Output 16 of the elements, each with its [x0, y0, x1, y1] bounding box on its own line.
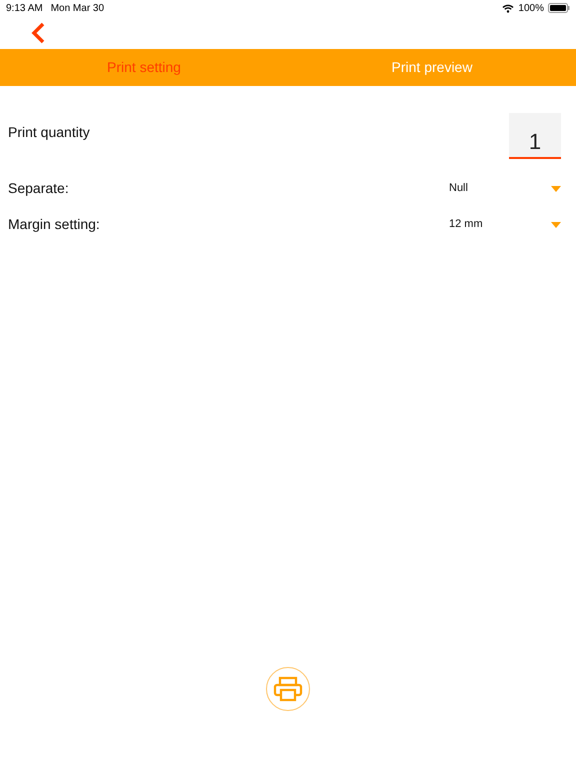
caret-icon [551, 186, 561, 192]
setting-label: Separate: [8, 179, 69, 198]
wifi-icon [502, 4, 514, 12]
print-button[interactable] [266, 667, 310, 711]
setting-dropdown[interactable]: 12 mm [449, 216, 561, 233]
caret-icon [551, 222, 561, 228]
battery-percent: 100% [518, 2, 544, 16]
quantity-field[interactable]: 1 [509, 113, 561, 159]
setting-dropdown[interactable]: Null [449, 180, 561, 197]
printer-icon [273, 676, 303, 702]
battery-icon [548, 3, 570, 13]
status-time: 9:13 AM [6, 2, 43, 16]
back-icon[interactable] [30, 20, 46, 44]
status-date: Mon Mar 30 [50, 2, 104, 16]
quantity-label: Print quantity [8, 122, 90, 142]
setting-label: Margin setting: [8, 215, 100, 234]
